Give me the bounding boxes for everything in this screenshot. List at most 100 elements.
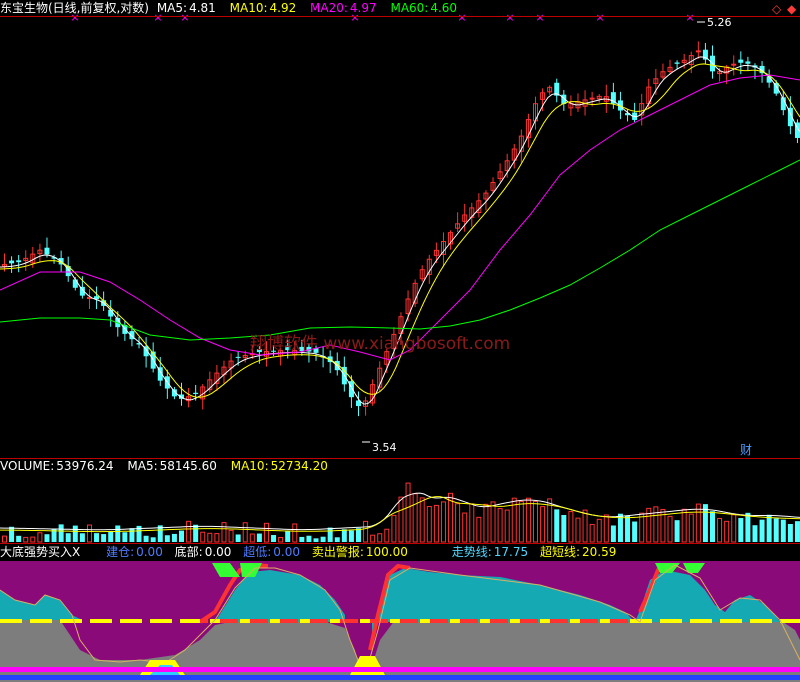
volume-header: VOLUME: 53976.24 MA5: 58145.60 MA10: 52734.… <box>0 459 332 473</box>
volume-bar-down <box>632 521 638 542</box>
candle-body-down <box>674 62 680 64</box>
volume-bar-down <box>79 533 85 542</box>
volume-bar-down <box>271 535 277 542</box>
volume-bar-up <box>370 534 376 543</box>
volume-bar-up <box>263 522 269 543</box>
maichu-label: 卖出警报: <box>311 545 364 559</box>
volume-bar-down <box>710 511 715 542</box>
volume-bar-up <box>582 509 588 543</box>
ma20-line <box>0 74 800 361</box>
candle-body-up <box>731 63 737 66</box>
signal-marker: × <box>535 11 544 24</box>
jiancang-value: 0.00 <box>136 545 163 559</box>
vol-ma10-label: MA10: <box>230 459 269 473</box>
low-price-label: 3.54 <box>372 441 397 454</box>
chaodi-value: 0.00 <box>273 545 301 559</box>
volume-bar-up <box>249 533 255 543</box>
volume-bar-up <box>717 517 723 543</box>
volume-ma5-line <box>0 492 800 531</box>
high-price-label: 5.26 <box>707 16 732 29</box>
volume-bar-down <box>171 533 177 542</box>
volume-bar-up <box>540 506 546 543</box>
volume-bar-up <box>278 536 284 543</box>
volume-bar-up <box>724 520 730 543</box>
volume-bar-up <box>525 497 531 543</box>
volume-bar-up <box>462 512 468 543</box>
volume-bar-up <box>363 520 369 543</box>
ma20-label: MA20: <box>310 1 348 15</box>
volume-bar-down <box>348 530 354 542</box>
volume-bar-down <box>143 535 149 542</box>
vol-ma5-value: 58145.60 <box>159 459 217 473</box>
vol-ma5-label: MA5: <box>127 459 158 473</box>
volume-bar-down <box>44 534 50 542</box>
volume-bar-down <box>164 535 170 542</box>
volume-bar-down <box>625 515 631 542</box>
volume-bar-down <box>341 529 347 542</box>
volume-bar-up <box>86 524 92 543</box>
volume-bar-up <box>603 514 609 543</box>
menu-icon[interactable]: ◆ <box>787 2 796 16</box>
volume-bar-up <box>681 508 687 543</box>
volume-bar-up <box>667 515 673 543</box>
ma5-label: MA5: <box>156 1 188 15</box>
volume-bar-down <box>334 537 340 542</box>
volume-bar-down <box>306 535 312 542</box>
candle-body-down <box>44 247 50 255</box>
ma60-label: MA60: <box>390 1 429 15</box>
volume-bar-up <box>221 522 227 543</box>
volume-bar-down <box>610 525 616 542</box>
volume-bar-up <box>398 496 404 543</box>
chaodi-label: 超低: <box>243 545 272 559</box>
volume-bar-down <box>285 530 291 542</box>
volume-bar-up <box>419 497 425 543</box>
volume-bar-down <box>299 536 305 542</box>
volume-bar-down <box>674 520 680 542</box>
finance-badge: 财 <box>740 443 752 457</box>
volume-bar-down <box>58 524 64 542</box>
volume-bar-up <box>228 529 234 543</box>
volume-bar-up <box>589 523 595 543</box>
volume-bar-up <box>37 532 43 543</box>
stock-chart[interactable]: × × × × × × × × × 5.263.54翔博软件 www.xiangbosoft.co… <box>0 0 800 682</box>
volume-bar-down <box>256 533 262 542</box>
volume-bar-up <box>653 506 659 543</box>
indicator-panel[interactable] <box>0 561 800 682</box>
volume-bar-down <box>561 514 567 542</box>
volume-bar-up <box>731 514 737 543</box>
zoushi-value: 17.75 <box>493 545 529 559</box>
volume-bar-down <box>766 514 772 542</box>
chaoduan-value: 20.59 <box>582 545 617 559</box>
volume-panel[interactable] <box>0 482 800 543</box>
volume-bar-down <box>787 523 793 542</box>
signal-marker: × <box>595 11 604 24</box>
price-panel[interactable]: × × × × × × × × × 5.263.54翔博软件 www.xiangbosoft.co… <box>0 11 800 457</box>
price-header: 东宝生物(日线,前复权,对数) MA5: 4.81 MA10: 4.92 MA20:… <box>0 1 461 15</box>
volume-bar-up <box>518 500 524 543</box>
volume-bar-down <box>108 531 114 542</box>
volume-bar-up <box>483 503 489 543</box>
signal-marker: × <box>685 11 694 24</box>
volume-bar-down <box>65 533 71 542</box>
volume-bar-down <box>773 518 779 542</box>
volume-bar-down <box>752 525 758 542</box>
candle-body-up <box>589 97 595 100</box>
jiancang-label: 建仓: <box>106 545 135 559</box>
volume-bar-down <box>94 533 100 542</box>
volume-bar-down <box>193 524 199 542</box>
volume-bar-up <box>596 518 602 543</box>
candle-body-down <box>72 279 78 288</box>
indicator-name: 大底强势买入X <box>0 545 81 559</box>
toggle-icon[interactable]: ◇ <box>772 2 781 16</box>
volume-bar-up <box>242 522 248 543</box>
candle-body-down <box>9 260 15 264</box>
watermark-text: 翔博软件 www.xiangbosoft.com <box>250 334 510 354</box>
volume-bar-up <box>476 516 482 543</box>
stock-title: 东宝生物(日线,前复权,对数) <box>0 1 149 15</box>
volume-bar-down <box>9 526 15 542</box>
ma20-value: 4.97 <box>349 1 377 15</box>
volume-label: VOLUME: <box>0 459 55 473</box>
dibu-label: 底部: <box>174 545 203 559</box>
ma5-value: 4.81 <box>189 1 216 15</box>
volume-bar-up <box>384 528 390 543</box>
